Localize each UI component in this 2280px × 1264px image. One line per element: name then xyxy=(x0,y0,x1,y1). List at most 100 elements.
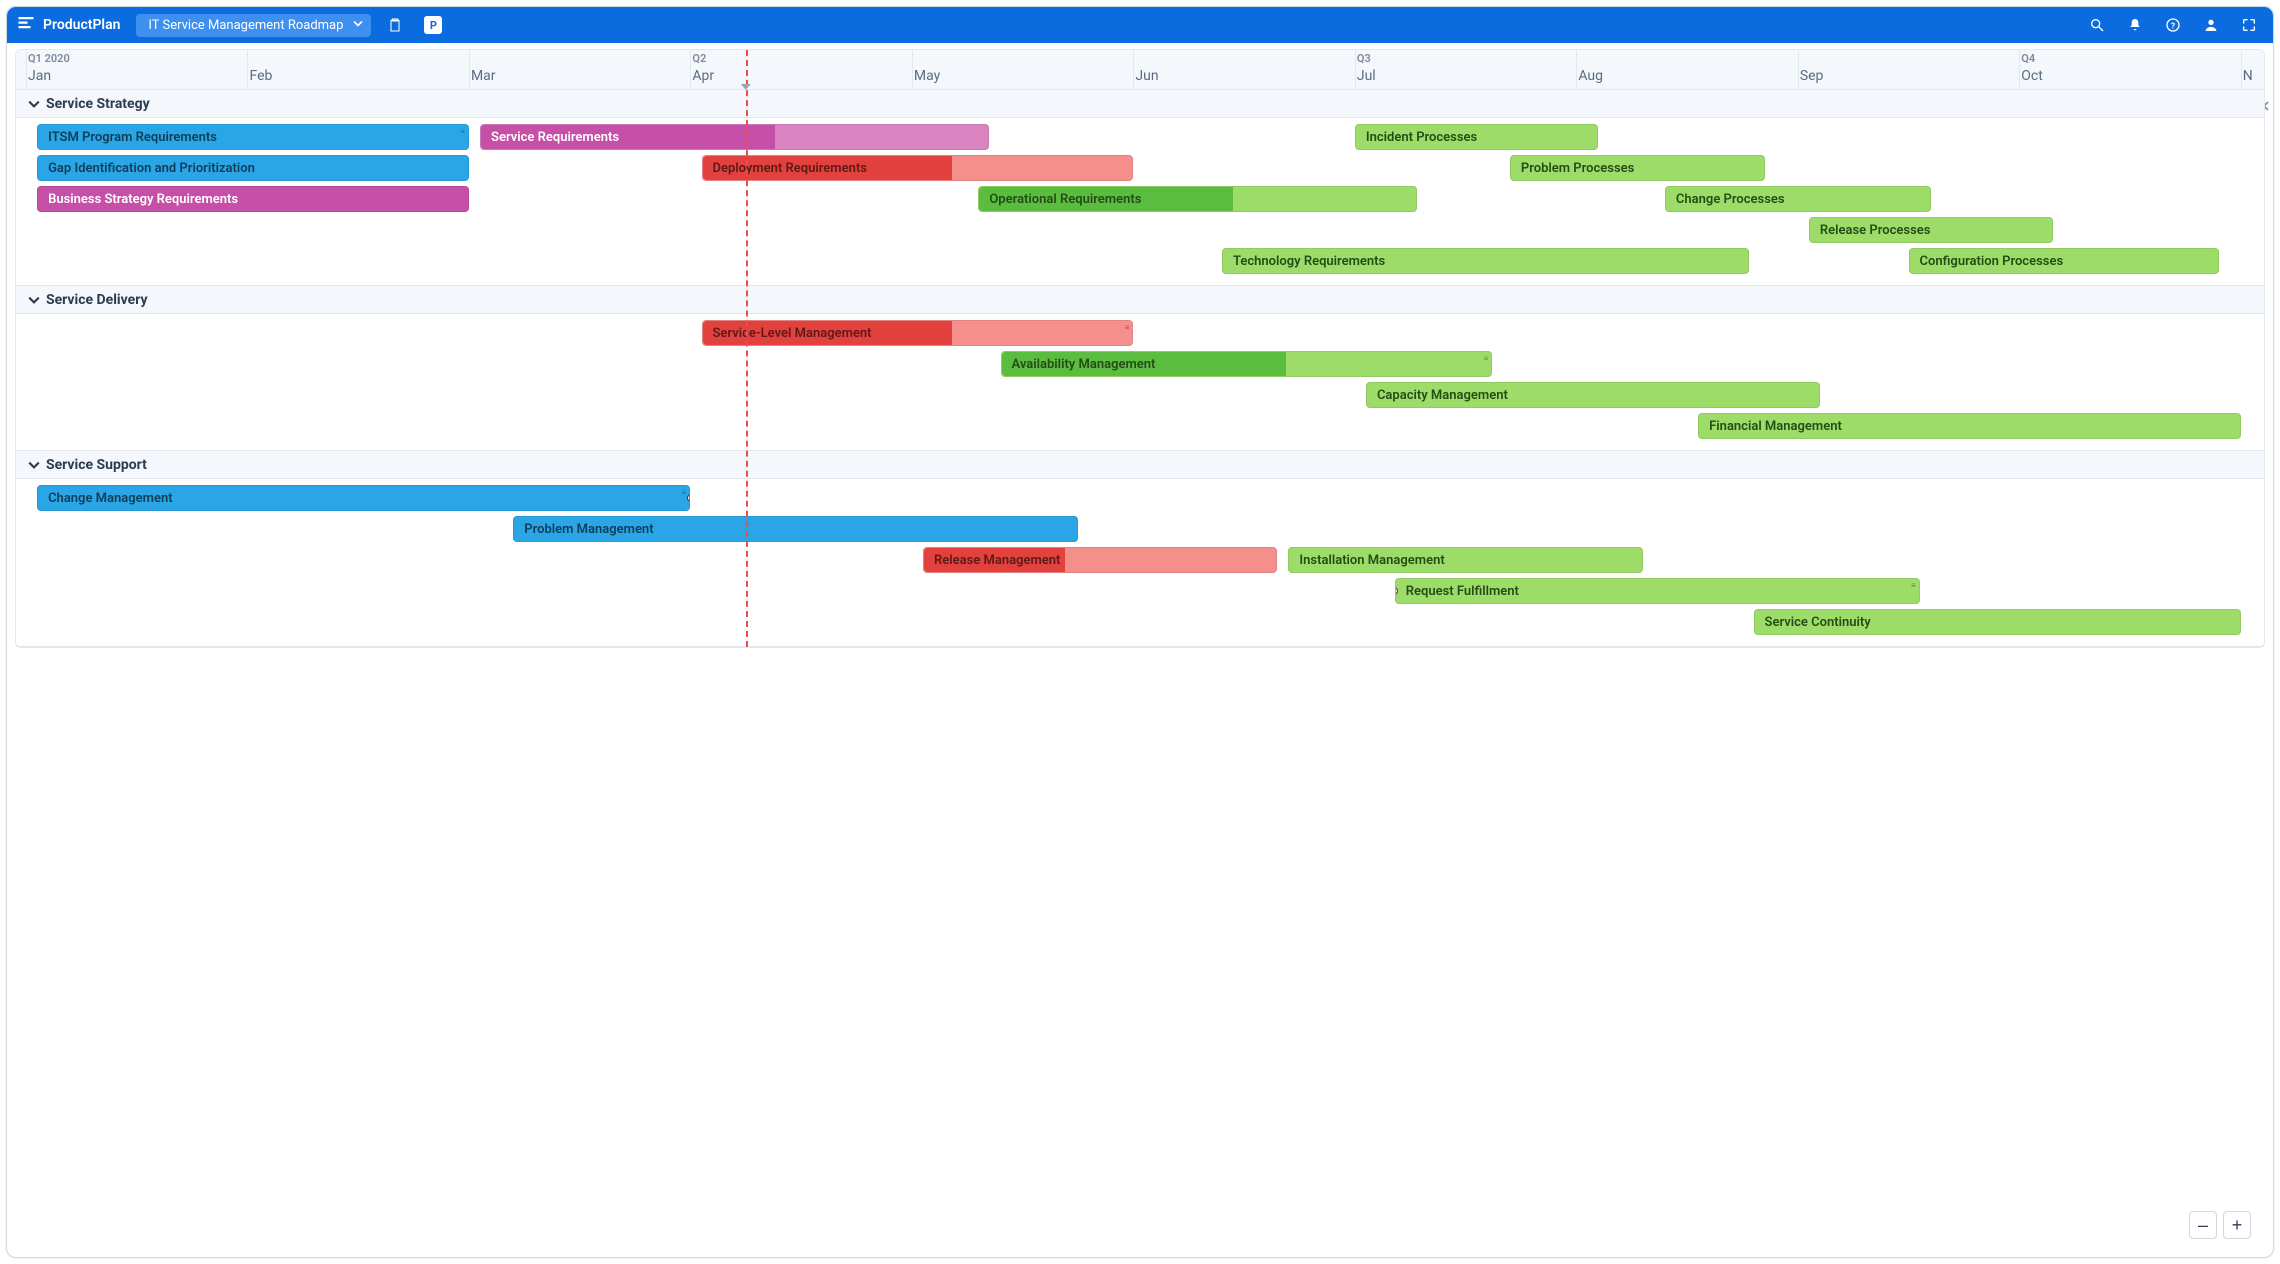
brand-name: ProductPlan xyxy=(43,17,120,33)
timeline-header: JanFebMarAprMayJunJulAugSepOctNQ1 2020Q2… xyxy=(16,50,2264,90)
timeline[interactable]: JanFebMarAprMayJunJulAugSepOctNQ1 2020Q2… xyxy=(15,49,2265,648)
roadmap-bar[interactable]: Availability Management ≡ xyxy=(1001,351,1493,377)
presentation-button[interactable]: P xyxy=(419,11,447,39)
p-badge-icon: P xyxy=(424,16,442,34)
roadmap-bar[interactable]: Change Management ≡ xyxy=(37,485,690,511)
month-label: May xyxy=(914,68,940,84)
roadmap-bar[interactable]: Service-Level Management ≡ xyxy=(702,320,1134,346)
roadmap-bar-label: Business Strategy Requirements xyxy=(48,192,238,207)
roadmap-bar[interactable]: Request Fulfillment ≡ xyxy=(1395,578,1920,604)
quarter-label: Q3 xyxy=(1357,52,1371,65)
quarter-label: Q4 xyxy=(2021,52,2035,65)
notifications-button[interactable] xyxy=(2121,11,2149,39)
search-button[interactable] xyxy=(2083,11,2111,39)
roadmap-bar-label: Capacity Management xyxy=(1377,388,1508,403)
grip-icon: ≡ xyxy=(1911,581,1915,590)
month-label: Sep xyxy=(1800,68,1824,84)
lane-title: Service Support xyxy=(46,457,147,473)
zoom-in-button[interactable]: + xyxy=(2223,1211,2251,1239)
help-icon: ? xyxy=(2165,17,2181,33)
grip-icon: ≡ xyxy=(682,488,686,497)
lane-title: Service Strategy xyxy=(46,96,150,112)
month-label: Apr xyxy=(692,68,714,84)
lanes: Service Strategy ITSM Program Requirement… xyxy=(16,90,2264,647)
roadmap-bar-label: Problem Processes xyxy=(1521,161,1634,176)
month-label: Jul xyxy=(1357,68,1376,84)
lane-header[interactable]: Service Support xyxy=(16,451,2264,479)
svg-text:?: ? xyxy=(2171,21,2175,31)
lane-group: Service Strategy ITSM Program Requirement… xyxy=(16,90,2264,286)
month-label: Aug xyxy=(1578,68,1603,84)
topbar: ProductPlan IT Service Management Roadma… xyxy=(7,7,2273,43)
roadmap-bar-label: Availability Management xyxy=(1012,357,1156,372)
roadmap-bar[interactable]: Gap Identification and Prioritization xyxy=(37,155,469,181)
lane-body[interactable]: Change Management ≡ Problem Management Rele… xyxy=(16,479,2264,646)
quarter-label: Q1 2020 xyxy=(28,52,70,65)
month-label: Mar xyxy=(471,68,496,84)
clipboard-button[interactable] xyxy=(381,11,409,39)
user-icon xyxy=(2203,17,2219,33)
link-handle-icon[interactable] xyxy=(1395,587,1398,595)
month-label: N xyxy=(2243,68,2253,84)
quarter-label: Q2 xyxy=(692,52,706,65)
help-button[interactable]: ? xyxy=(2159,11,2187,39)
grip-icon: ≡ xyxy=(1484,354,1488,363)
account-button[interactable] xyxy=(2197,11,2225,39)
roadmap-bar[interactable]: Change Processes xyxy=(1665,186,1931,212)
brand-logo-icon xyxy=(17,14,35,36)
roadmap-bar-label: Change Management xyxy=(48,491,173,506)
roadmap-bar[interactable]: Service Continuity xyxy=(1754,609,2241,635)
grip-icon: ≡ xyxy=(1125,323,1129,332)
chevron-down-icon xyxy=(28,459,40,471)
roadmap-bar[interactable]: Release Processes xyxy=(1809,217,2053,243)
roadmap-bar-label: ITSM Program Requirements xyxy=(48,130,217,145)
fullscreen-button[interactable] xyxy=(2235,11,2263,39)
roadmap-bar[interactable]: Technology Requirements xyxy=(1222,248,1749,274)
chevron-down-icon xyxy=(353,18,363,33)
roadmap-bar[interactable]: Operational Requirements xyxy=(978,186,1417,212)
roadmap-bar-label: Service-Level Management xyxy=(713,326,872,341)
lane-header[interactable]: Service Strategy xyxy=(16,90,2264,118)
roadmap-bar[interactable]: Problem Management xyxy=(513,516,1078,542)
roadmap-bar-label: Deployment Requirements xyxy=(713,161,867,176)
grip-icon: ≡ xyxy=(460,127,464,136)
roadmap-bar-label: Service Requirements xyxy=(491,130,619,145)
roadmap-bar[interactable]: Problem Processes xyxy=(1510,155,1765,181)
bell-icon xyxy=(2127,17,2143,33)
chevron-down-icon xyxy=(28,294,40,306)
roadmap-bar[interactable]: Incident Processes xyxy=(1355,124,1599,150)
lane-title: Service Delivery xyxy=(46,292,148,308)
roadmap-bar[interactable]: Release Management xyxy=(923,547,1277,573)
lane-body[interactable]: Service-Level Management≡Availability Ma… xyxy=(16,314,2264,450)
link-handle-icon[interactable] xyxy=(687,494,690,502)
roadmap-bar-label: Incident Processes xyxy=(1366,130,1477,145)
roadmap-bar[interactable]: Business Strategy Requirements xyxy=(37,186,469,212)
roadmap-bar[interactable]: ITSM Program Requirements ≡ xyxy=(37,124,469,150)
lane-group: Service Support Change Management ≡ Problem… xyxy=(16,451,2264,647)
roadmap-bar[interactable]: Service Requirements xyxy=(480,124,989,150)
lane-group: Service Delivery Service-Level Management… xyxy=(16,286,2264,451)
roadmap-bar[interactable]: Deployment Requirements xyxy=(702,155,1134,181)
brand[interactable]: ProductPlan xyxy=(17,14,120,36)
lane-header[interactable]: Service Delivery xyxy=(16,286,2264,314)
zoom-out-button[interactable]: – xyxy=(2189,1211,2217,1239)
content: JanFebMarAprMayJunJulAugSepOctNQ1 2020Q2… xyxy=(7,43,2273,1257)
roadmap-selector[interactable]: IT Service Management Roadmap xyxy=(136,14,371,37)
chevron-down-icon xyxy=(28,98,40,110)
zoom-controls: – + xyxy=(2189,1211,2251,1239)
roadmap-bar-label: Gap Identification and Prioritization xyxy=(48,161,255,176)
app-window: ProductPlan IT Service Management Roadma… xyxy=(6,6,2274,1258)
lane-body[interactable]: ITSM Program Requirements ≡ Service Requir… xyxy=(16,118,2264,285)
roadmap-bar-label: Financial Management xyxy=(1709,419,1842,434)
roadmap-bar-label: Release Processes xyxy=(1820,223,1931,238)
roadmap-bar[interactable]: Installation Management xyxy=(1288,547,1642,573)
roadmap-bar[interactable]: Capacity Management xyxy=(1366,382,1820,408)
roadmap-bar[interactable]: Financial Management xyxy=(1698,413,2241,439)
roadmap-bar-label: Request Fulfillment xyxy=(1406,584,1519,599)
month-label: Feb xyxy=(249,68,272,84)
roadmap-bar-label: Change Processes xyxy=(1676,192,1785,207)
month-label: Jan xyxy=(28,68,51,84)
roadmap-bar[interactable]: Configuration Processes xyxy=(1909,248,2219,274)
roadmap-selector-label: IT Service Management Roadmap xyxy=(148,18,343,33)
roadmap-bar-label: Problem Management xyxy=(524,522,653,537)
